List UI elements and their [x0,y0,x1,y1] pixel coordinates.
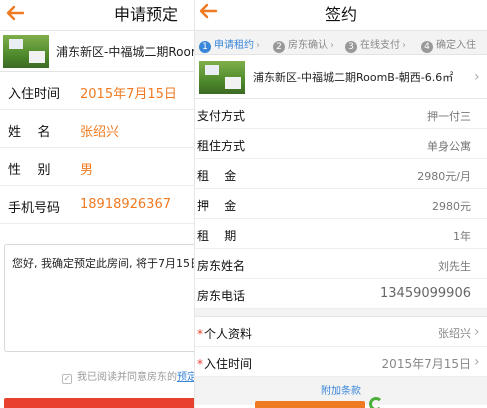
step-label: 申请租约 [214,40,254,51]
chevron-right-icon: › [474,354,480,370]
step-number: 2 [273,41,285,53]
progress-steps: 1 申请租约 › 2 房东确认 › 3 在线支付 › 4 确定入住 [195,30,487,55]
phone-row[interactable]: 手机号码 18918926367 [0,186,194,224]
message-text: 您好, 我确定预定此房间, 将于7月15日 [12,257,194,270]
name-value: 张绍兴 [80,125,120,140]
step-number: 4 [421,41,433,53]
gender-label: 性 别 [8,163,51,178]
detail-value: 押一付三 [427,110,471,123]
property-name: 浦东新区-中福城二期RoomB-朝西-6.6㎡ [56,45,194,59]
agreement-link[interactable]: 预定 [177,372,194,383]
step-number: 1 [199,41,211,53]
tenant-value: 2015年7月15日 [381,357,471,371]
tenant-label: *个人资料 [197,327,253,341]
deposit-row: 押 金 2980元 [195,189,487,219]
property-thumbnail [199,61,245,94]
detail-value: 1年 [453,230,471,243]
lease-term-row: 租 期 1年 [195,219,487,249]
message-textarea[interactable]: 您好, 我确定预定此房间, 将于7月15日 [4,244,194,352]
phone-value: 18918926367 [80,197,171,212]
page-title: 申请预定 [114,5,179,24]
property-thumbnail [3,35,49,68]
property-summary[interactable]: 浦东新区-中福城二期RoomB-朝西-6.6㎡ [0,30,194,72]
landlord-name-row: 房东姓名 刘先生 [195,249,487,279]
step-confirm-checkin: 4 确定入住 [421,36,476,53]
additional-terms-link[interactable]: 附加条款 [195,382,487,397]
detail-value: 2980元/月 [417,170,471,183]
left-top-bar: 申请预定 [0,0,194,30]
landlord-phone-row: 房东电话 13459099906 [195,279,487,309]
step-landlord-confirm: 2 房东确认 › [273,36,334,53]
detail-value: 13459099906 [380,286,471,301]
step-label: 房东确认 [288,40,328,51]
detail-label: 租住方式 [197,139,246,153]
detail-label: 房东姓名 [197,259,246,273]
footer-area: 附加条款 [195,377,487,408]
tenant-label: *入住时间 [197,357,253,371]
wechat-icon[interactable] [369,397,383,408]
step-label: 在线支付 [360,40,400,51]
detail-label: 租 金 [197,169,237,183]
section-divider [195,309,487,317]
checkin-date-value: 2015年7月15日 [80,87,177,102]
submit-button[interactable] [4,398,194,408]
rental-type-row: 租住方式 单身公寓 [195,129,487,159]
payment-method-row: 支付方式 押一付三 [195,99,487,129]
personal-info-row[interactable]: *个人资料 张绍兴 › [195,317,487,347]
step-label: 确定入住 [436,40,476,51]
tenant-value: 张绍兴 [438,327,471,340]
sign-contract-screen: 签约 1 申请租约 › 2 房东确认 › 3 在线支付 › 4 确定入住 浦东新区-中福城二期… [194,0,487,408]
rent-row: 租 金 2980元/月 [195,159,487,189]
detail-label: 支付方式 [197,109,246,123]
chevron-right-icon: › [474,69,480,85]
gender-value: 男 [80,163,94,178]
step-number: 3 [345,41,357,53]
gender-row[interactable]: 性 别 男 [0,148,194,186]
agree-checkbox[interactable]: ✓ [62,374,72,384]
sign-button[interactable] [255,401,365,408]
right-top-bar: 签约 [195,0,487,30]
agreement-line: ✓ 我已阅读并同意房东的预定 [62,368,194,384]
checkin-date-label: 入住时间 [8,87,61,102]
step-online-pay: 3 在线支付 › [345,36,406,53]
step-apply: 1 申请租约 › [199,36,260,53]
detail-label: 押 金 [197,199,237,213]
detail-value: 单身公寓 [427,140,471,153]
checkin-time-row[interactable]: *入住时间 2015年7月15日 › [195,347,487,377]
name-label: 姓 名 [8,125,51,140]
phone-label: 手机号码 [8,201,61,216]
checkin-date-row[interactable]: 入住时间 2015年7月15日 [0,72,194,110]
property-summary[interactable]: 浦东新区-中福城二期RoomB-朝西-6.6㎡ › [195,55,487,99]
name-row[interactable]: 姓 名 张绍兴 [0,110,194,148]
detail-value: 2980元 [432,200,471,213]
detail-value: 刘先生 [438,260,471,273]
back-arrow-icon[interactable] [4,2,26,24]
chevron-right-icon: › [474,324,480,340]
property-name: 浦东新区-中福城二期RoomB-朝西-6.6㎡ [253,71,454,84]
detail-label: 租 期 [197,229,237,243]
page-title: 签约 [324,5,357,24]
booking-request-screen: 申请预定 浦东新区-中福城二期RoomB-朝西-6.6㎡ 入住时间 2015年7… [0,0,194,408]
detail-label: 房东电话 [197,289,246,303]
agreement-text: 我已阅读并同意房东的 [77,372,177,383]
